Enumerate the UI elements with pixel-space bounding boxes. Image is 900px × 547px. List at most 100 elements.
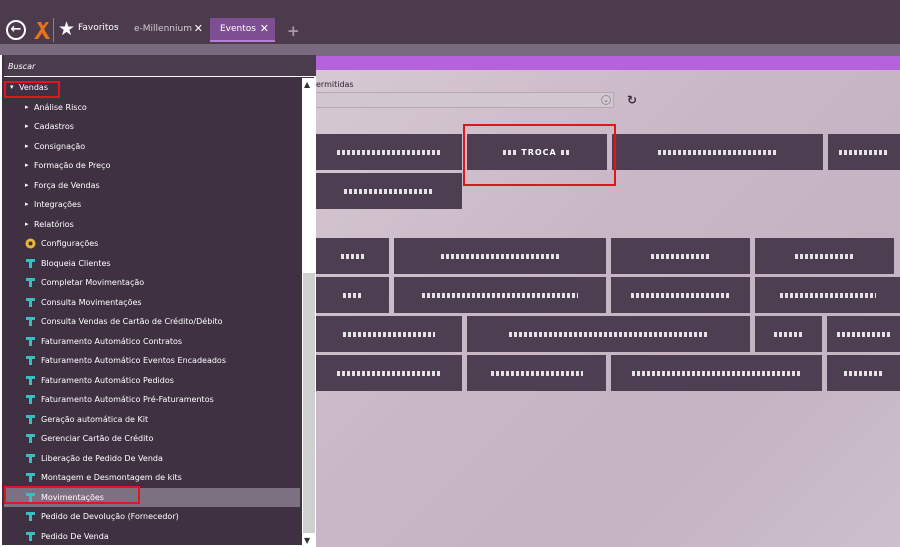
- menu-folder-formacao-de-preco[interactable]: ▸ Formação de Preço: [4, 156, 300, 175]
- hammer-icon: [26, 258, 35, 268]
- caret-right-icon: ▸: [25, 141, 29, 150]
- menu-folder-consignacao[interactable]: ▸ Consignação: [4, 137, 300, 156]
- hammer-icon: [26, 278, 35, 287]
- menu-item-label: Formação de Preço: [34, 161, 111, 170]
- event-button[interactable]: [316, 238, 389, 274]
- navigation-menu-panel: ▾ Vendas ▸ Análise Risco ▸ Cadastros ▸ C…: [0, 55, 316, 547]
- top-bar: ← ★ Favoritos ⌄ e-Millennium ✕ Eventos ✕…: [0, 0, 900, 56]
- event-button[interactable]: [611, 238, 750, 274]
- menu-item-label: Bloqueia Clientes: [41, 258, 111, 268]
- hammer-icon: [26, 434, 35, 443]
- menu-folder-cadastros[interactable]: ▸ Cadastros: [4, 117, 300, 136]
- app-logo-icon[interactable]: [31, 19, 51, 41]
- event-button[interactable]: [611, 355, 822, 391]
- menu-item-faturamento-pre-faturamentos[interactable]: Faturamento Automático Pré-Faturamentos: [4, 390, 300, 409]
- event-button[interactable]: [394, 277, 606, 313]
- caret-right-icon: ▸: [25, 180, 29, 189]
- close-icon[interactable]: ✕: [194, 18, 203, 40]
- menu-folder-integracoes[interactable]: ▸ Integrações: [4, 195, 300, 214]
- menu-list: ▾ Vendas ▸ Análise Risco ▸ Cadastros ▸ C…: [4, 78, 300, 547]
- menu-folder-relatorios[interactable]: ▸ Relatórios: [4, 215, 300, 234]
- permitted-events-label: ermitidas: [316, 80, 354, 89]
- refresh-icon[interactable]: ↻: [627, 93, 637, 107]
- caret-right-icon: ▸: [25, 102, 29, 111]
- scrollbar-thumb[interactable]: [303, 273, 315, 533]
- highlight-troca-event: [463, 124, 616, 186]
- menu-scrollbar[interactable]: ▲ ▼: [302, 78, 316, 547]
- menu-item-faturamento-eventos-encadeados[interactable]: Faturamento Automático Eventos Encadeado…: [4, 351, 300, 370]
- highlight-vendas: [4, 81, 60, 98]
- menu-item-label: Análise Risco: [34, 102, 87, 112]
- tab-e-millennium[interactable]: e-Millennium ✕: [124, 18, 209, 40]
- tab-label: e-Millennium: [134, 24, 192, 34]
- add-tab-button[interactable]: +: [287, 24, 300, 39]
- menu-item-label: Relatórios: [34, 219, 74, 229]
- hammer-icon: [26, 453, 35, 463]
- back-arrow-icon[interactable]: ←: [6, 20, 26, 40]
- menu-item-label: Consulta Movimentações: [41, 297, 142, 307]
- scroll-down-icon[interactable]: ▼: [304, 536, 310, 545]
- menu-item-label: Configurações: [41, 239, 99, 248]
- menu-item-faturamento-pedidos[interactable]: Faturamento Automático Pedidos: [4, 371, 300, 390]
- menu-item-geracao-automatica-kit[interactable]: Geração automática de Kit: [4, 410, 300, 429]
- menu-folder-forca-de-vendas[interactable]: ▸ Força de Vendas: [4, 176, 300, 195]
- event-button[interactable]: [828, 134, 900, 170]
- menu-item-label: Faturamento Automático Contratos: [41, 336, 183, 346]
- menu-item-label: Montagem e Desmontagem de kits: [41, 473, 182, 482]
- hammer-icon: [26, 395, 35, 404]
- menu-item-pedido-devolucao[interactable]: Pedido de Devolução (Fornecedor): [4, 507, 300, 526]
- event-button[interactable]: [316, 134, 462, 170]
- menu-item-configuracoes[interactable]: Configurações: [4, 234, 300, 253]
- settings-icon: [25, 238, 36, 249]
- permitted-events-select[interactable]: ⌄: [316, 92, 614, 108]
- menu-folder-analise-risco[interactable]: ▸ Análise Risco: [4, 98, 300, 117]
- menu-item-label: Geração automática de Kit: [41, 414, 149, 424]
- scroll-up-icon[interactable]: ▲: [304, 80, 310, 89]
- search-input[interactable]: [8, 60, 298, 72]
- caret-right-icon: ▸: [25, 219, 29, 228]
- hammer-icon: [26, 336, 35, 346]
- menu-item-pedido-de-venda[interactable]: Pedido De Venda: [4, 527, 300, 546]
- event-button[interactable]: [467, 355, 606, 391]
- event-button[interactable]: [755, 277, 900, 313]
- caret-right-icon: ▸: [25, 161, 29, 169]
- hammer-icon: [26, 531, 35, 541]
- hammer-icon: [26, 297, 35, 307]
- close-icon[interactable]: ✕: [260, 18, 269, 40]
- event-button[interactable]: [316, 173, 462, 209]
- menu-item-label: Faturamento Automático Pedidos: [41, 375, 174, 385]
- event-button[interactable]: [467, 316, 750, 352]
- menu-item-gerenciar-cartao[interactable]: Gerenciar Cartão de Crédito: [4, 429, 300, 448]
- chevron-down-icon[interactable]: ⌄: [601, 95, 611, 105]
- event-button[interactable]: [755, 316, 822, 352]
- chevron-down-icon[interactable]: ⌄: [113, 21, 121, 31]
- menu-item-label: Faturamento Automático Pré-Faturamentos: [41, 395, 214, 404]
- menu-item-label: Pedido De Venda: [41, 531, 109, 541]
- menu-item-label: Integrações: [34, 200, 82, 209]
- menu-item-label: Consulta Vendas de Cartão de Crédito/Déb…: [41, 317, 223, 326]
- menu-item-label: Gerenciar Cartão de Crédito: [41, 434, 154, 443]
- event-button[interactable]: [612, 134, 823, 170]
- menu-item-consulta-movimentacoes[interactable]: Consulta Movimentações: [4, 293, 300, 312]
- hammer-icon: [26, 375, 35, 385]
- event-button[interactable]: [316, 277, 389, 313]
- menu-item-liberacao-pedido[interactable]: Liberação de Pedido De Venda: [4, 449, 300, 468]
- menu-item-label: Cadastros: [34, 122, 74, 131]
- menu-item-completar-movimentacao[interactable]: Completar Movimentação: [4, 273, 300, 292]
- menu-item-faturamento-contratos[interactable]: Faturamento Automático Contratos: [4, 332, 300, 351]
- event-button[interactable]: [316, 316, 462, 352]
- event-button[interactable]: [316, 355, 462, 391]
- event-button[interactable]: [827, 355, 900, 391]
- menu-item-montagem-kits[interactable]: Montagem e Desmontagem de kits: [4, 468, 300, 487]
- event-button[interactable]: [611, 277, 750, 313]
- hammer-icon: [26, 414, 35, 424]
- menu-item-bloqueia-clientes[interactable]: Bloqueia Clientes: [4, 254, 300, 273]
- active-tab-indicator: [210, 40, 275, 42]
- event-button[interactable]: [394, 238, 606, 274]
- menu-item-consulta-vendas-cartao[interactable]: Consulta Vendas de Cartão de Crédito/Déb…: [4, 312, 300, 331]
- star-icon[interactable]: ★: [58, 18, 75, 40]
- tab-eventos[interactable]: Eventos ✕: [210, 18, 275, 40]
- caret-right-icon: ▸: [25, 200, 29, 208]
- event-button[interactable]: [827, 316, 900, 352]
- event-button[interactable]: [755, 238, 894, 274]
